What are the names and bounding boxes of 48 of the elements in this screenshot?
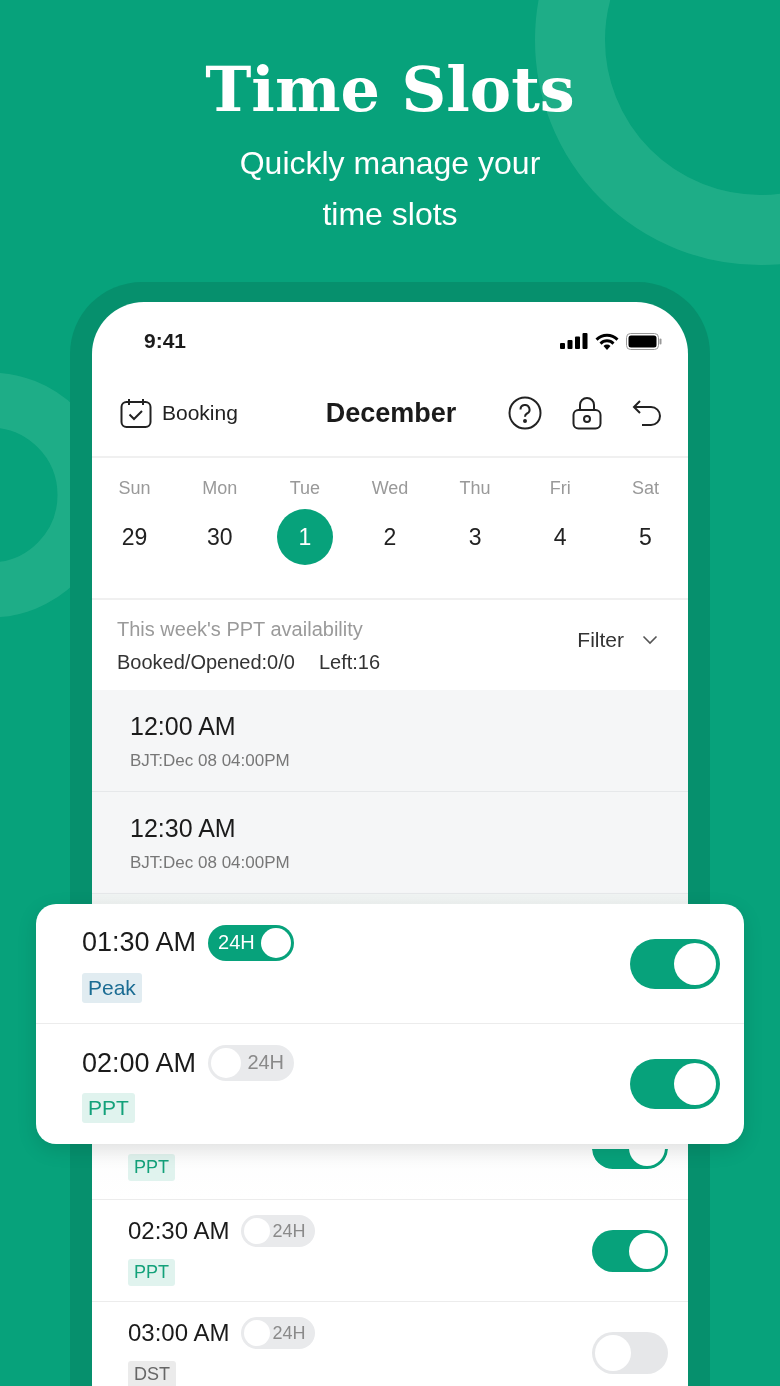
slot-tag: Peak <box>82 972 142 1003</box>
date-button[interactable]: 29 <box>106 509 163 565</box>
booking-button[interactable]: Booking <box>120 398 238 428</box>
local-time: BJT:Dec 08 04:00PM <box>130 751 291 771</box>
slot-time: 03:00 AM <box>128 1319 230 1347</box>
slot-time: 02:00 AM <box>82 1047 197 1079</box>
booked-count: Booked/Opened:0/0 <box>117 651 295 674</box>
signal-icon <box>560 333 588 349</box>
toggle-switch[interactable] <box>630 1059 720 1109</box>
undo-icon[interactable] <box>632 399 662 427</box>
date-button[interactable]: 5 <box>617 509 674 565</box>
calendar-check-icon <box>120 398 152 428</box>
slot-time: 02:30 AM <box>128 1217 230 1245</box>
slot-time: 12:00 AM <box>130 712 237 741</box>
title: Time Slots <box>204 52 576 128</box>
weekday-label: Sat <box>631 478 659 499</box>
local-time: BJT:Dec 08 04:00PM <box>130 853 291 873</box>
weekday-label: Sun <box>118 478 151 499</box>
toggle-switch[interactable] <box>630 938 720 989</box>
slot-time: 12:30 AM <box>130 814 237 843</box>
lock-icon[interactable] <box>572 396 602 430</box>
availability-title: This week's PPT availability <box>117 618 364 641</box>
slot-tag: PPT <box>128 1154 175 1181</box>
battery-icon <box>626 332 662 350</box>
slot-tag: PPT <box>82 1093 135 1123</box>
wifi-icon <box>595 332 619 350</box>
slot-time: 01:30 AM <box>82 927 197 958</box>
weekday-label: Mon <box>202 478 238 499</box>
slot-tag: DST <box>128 1361 176 1386</box>
left-count: Left:16 <box>318 651 381 674</box>
help-icon[interactable] <box>508 396 542 430</box>
slot-tag: PPT <box>128 1259 175 1286</box>
date-button[interactable]: 3 <box>447 509 504 565</box>
date-button[interactable]: 4 <box>532 509 589 565</box>
date-button[interactable]: 2 <box>362 509 418 565</box>
chevron-down-icon <box>642 635 658 645</box>
weekday-label: Thu <box>459 478 491 499</box>
weekday-label: Wed <box>371 478 409 499</box>
toggle-switch[interactable] <box>592 1149 668 1169</box>
toggle-switch[interactable] <box>592 1331 668 1374</box>
month-title: December <box>324 397 458 429</box>
date-button[interactable]: 30 <box>191 509 248 565</box>
weekday-label: Fri <box>549 478 571 499</box>
subtitle: Quickly manage your time slots <box>238 144 542 234</box>
status-time: 9:41 <box>144 329 187 353</box>
filter-dropdown[interactable]: Filter <box>577 628 658 652</box>
toggle-switch[interactable] <box>592 1229 668 1272</box>
weekday-label: Tue <box>289 478 321 499</box>
